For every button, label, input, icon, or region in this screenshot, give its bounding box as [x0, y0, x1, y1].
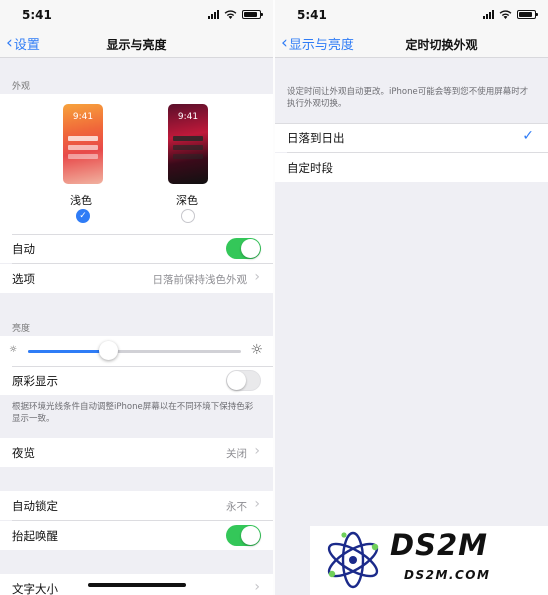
- dark-mode-label: 深色: [176, 194, 198, 207]
- night-shift-label: 夜览: [12, 446, 35, 460]
- night-shift-value: 关闭: [226, 448, 247, 460]
- section-header-appearance: 外观: [12, 82, 31, 92]
- chevron-right-icon: ›: [254, 269, 260, 285]
- back-button-label: 显示与亮度: [288, 38, 354, 53]
- page-title: 定时切换外观: [405, 38, 478, 52]
- preview-widget: [68, 154, 98, 159]
- chevron-right-icon: ›: [254, 496, 260, 512]
- display-brightness-screen: 5:41 ‹ 设置 显示与亮度 外观 9:41 浅色 9:41 深色: [0, 0, 273, 595]
- option-label: 自定时段: [287, 161, 333, 175]
- preview-widget: [173, 136, 203, 141]
- back-button-label: 设置: [13, 38, 40, 53]
- status-bar: 5:41: [275, 0, 548, 30]
- status-bar: 5:41: [0, 0, 273, 30]
- navigation-bar: ‹ 显示与亮度 定时切换外观: [275, 30, 548, 58]
- option-label: 日落到日出: [287, 131, 345, 145]
- option-sunset-to-sunrise[interactable]: 日落到日出 ✓: [275, 123, 548, 152]
- options-value: 日落前保持浅色外观: [152, 274, 248, 286]
- status-icons: [208, 10, 263, 19]
- watermark-url: DS2M.COM: [404, 568, 491, 582]
- light-mode-radio[interactable]: [76, 209, 90, 223]
- preview-widget: [68, 145, 98, 150]
- row-separator: [12, 234, 273, 235]
- raise-to-wake-label: 抬起唤醒: [12, 529, 58, 543]
- row-separator: [275, 123, 548, 124]
- brightness-fill: [28, 350, 109, 353]
- true-tone-toggle[interactable]: [226, 370, 261, 391]
- true-tone-row: 原彩显示: [0, 366, 273, 395]
- chevron-left-icon: ‹: [281, 33, 288, 53]
- atom-logo-icon: [327, 531, 379, 589]
- dark-preview-time: 9:41: [177, 112, 199, 122]
- dark-mode-radio[interactable]: [181, 209, 195, 223]
- raise-to-wake-row: 抬起唤醒: [0, 520, 273, 550]
- options-label: 选项: [12, 272, 35, 286]
- auto-toggle[interactable]: [226, 238, 261, 259]
- schedule-description: 设定时间让外观自动更改。iPhone可能会等到您不使用屏幕时才执行外观切换。: [287, 87, 529, 109]
- sun-small-icon: ☼: [9, 345, 18, 355]
- signal-icon: [483, 10, 494, 19]
- option-custom-schedule[interactable]: 自定时段: [275, 152, 548, 182]
- brightness-thumb[interactable]: [99, 341, 119, 360]
- auto-appearance-row: 自动: [0, 234, 273, 263]
- page-title: 显示与亮度: [106, 38, 167, 52]
- wifi-icon: [224, 10, 237, 19]
- light-mode-preview[interactable]: 9:41: [63, 104, 103, 184]
- auto-lock-value: 永不: [226, 501, 247, 513]
- light-mode-label: 浅色: [70, 194, 92, 207]
- preview-widget: [173, 154, 203, 159]
- light-preview-time: 9:41: [72, 112, 94, 122]
- watermark-logo: DS2M DS2M.COM: [310, 526, 548, 595]
- row-separator: [287, 152, 548, 153]
- status-icons: [483, 10, 538, 19]
- night-shift-row[interactable]: 夜览 关闭 ›: [0, 438, 273, 467]
- chevron-right-icon: ›: [254, 443, 260, 459]
- battery-icon: [517, 10, 538, 19]
- back-button[interactable]: ‹ 设置: [6, 33, 40, 54]
- checkmark-icon: ✓: [522, 128, 534, 144]
- watermark-title: DS2M: [390, 528, 488, 562]
- back-button[interactable]: ‹ 显示与亮度: [281, 33, 354, 54]
- auto-lock-row[interactable]: 自动锁定 永不 ›: [0, 491, 273, 520]
- appearance-picker: 9:41 浅色 9:41 深色: [0, 94, 273, 234]
- dark-mode-preview[interactable]: 9:41: [168, 104, 208, 184]
- wifi-icon: [499, 10, 512, 19]
- row-separator: [12, 520, 273, 521]
- row-separator: [12, 366, 273, 367]
- battery-icon: [242, 10, 263, 19]
- home-indicator[interactable]: [88, 583, 186, 587]
- true-tone-label: 原彩显示: [12, 374, 58, 388]
- navigation-bar: ‹ 设置 显示与亮度: [0, 30, 273, 58]
- preview-widget: [173, 145, 203, 150]
- raise-to-wake-toggle[interactable]: [226, 525, 261, 546]
- brightness-slider[interactable]: [28, 350, 241, 353]
- schedule-appearance-screen: 5:41 ‹ 显示与亮度 定时切换外观 设定时间让外观自动更改。iPhone可能…: [275, 0, 548, 595]
- status-time: 5:41: [22, 8, 52, 22]
- preview-widget: [68, 136, 98, 141]
- row-separator: [12, 263, 273, 264]
- chevron-right-icon: ›: [254, 579, 260, 595]
- true-tone-footnote: 根据环境光线条件自动调整iPhone屏幕以在不同环境下保持色彩显示一致。: [12, 402, 254, 424]
- signal-icon: [208, 10, 219, 19]
- options-row[interactable]: 选项 日落前保持浅色外观 ›: [0, 263, 273, 293]
- status-time: 5:41: [297, 8, 327, 22]
- chevron-left-icon: ‹: [6, 33, 13, 53]
- section-header-brightness: 亮度: [12, 324, 31, 334]
- auto-label: 自动: [12, 242, 35, 256]
- brightness-row: ☼ ☼: [0, 336, 273, 366]
- text-size-label: 文字大小: [12, 582, 58, 595]
- auto-lock-label: 自动锁定: [12, 499, 58, 513]
- sun-large-icon: ☼: [250, 342, 263, 358]
